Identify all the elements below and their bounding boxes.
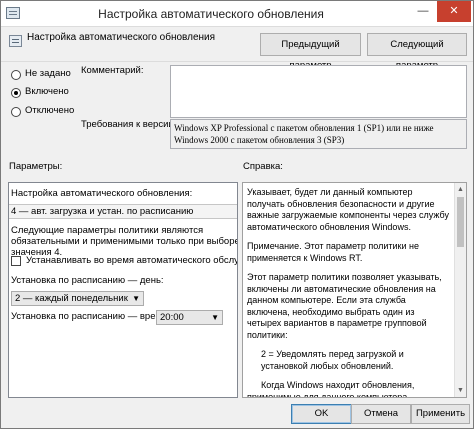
day-label: Установка по расписанию — день: — [11, 275, 164, 286]
disabled-radio[interactable] — [11, 107, 21, 117]
help-paragraph: Этот параметр политики позволяет указыва… — [247, 272, 442, 340]
configure-label: Настройка автоматического обновления: — [11, 188, 193, 199]
maintenance-checkbox[interactable] — [11, 256, 21, 266]
disabled-label[interactable]: Отключено — [25, 105, 74, 116]
window-title: Настройка автоматического обновления — [98, 7, 324, 21]
apply-button[interactable]: Применить — [411, 404, 470, 424]
policy-dialog-window: Настройка автоматического обновления — ✕… — [0, 0, 474, 429]
help-paragraph: Указывает, будет ли данный компьютер пол… — [247, 187, 449, 232]
enabled-label[interactable]: Включено — [25, 86, 69, 97]
help-text: Указывает, будет ли данный компьютер пол… — [247, 187, 450, 398]
help-label: Справка: — [243, 161, 283, 172]
configure-select[interactable]: 4 — авт. загрузка и устан. по расписанию — [9, 204, 237, 219]
minimize-button[interactable]: — — [409, 1, 437, 22]
day-select-value: 2 — каждый понедельник — [15, 293, 128, 304]
not-configured-radio[interactable] — [11, 70, 21, 80]
supported-on-box: Windows XP Professional с пакетом обновл… — [170, 119, 467, 149]
day-select[interactable]: 2 — каждый понедельник ▼ — [11, 291, 144, 306]
not-configured-label[interactable]: Не задано — [25, 68, 71, 79]
supported-on-label: Требования к версии: — [81, 119, 177, 130]
next-setting-button[interactable]: Следующий параметр — [367, 33, 467, 71]
time-select-value: 20:00 — [160, 312, 184, 323]
scroll-down-arrow-icon[interactable]: ▼ — [455, 385, 466, 396]
options-panel: Настройка автоматического обновления: 4 … — [8, 182, 238, 398]
chevron-down-icon: ▼ — [132, 294, 140, 303]
time-select[interactable]: 20:00 ▼ — [156, 310, 223, 325]
help-paragraph: 2 = Уведомлять перед загрузкой и установ… — [261, 349, 404, 371]
comment-textarea[interactable] — [170, 65, 467, 118]
supported-on-value: Windows XP Professional с пакетом обновл… — [174, 123, 434, 145]
time-label: Установка по расписанию — время: — [11, 311, 170, 322]
help-paragraph: Когда Windows находит обновления, примен… — [247, 380, 415, 398]
policy-name: Настройка автоматического обновления — [27, 32, 216, 43]
comment-label: Комментарий: — [81, 65, 144, 76]
ok-button[interactable]: OK — [291, 404, 352, 424]
maintenance-checkbox-label[interactable]: Устанавливать во время автоматического о… — [26, 253, 237, 268]
configure-select-value: 4 — авт. загрузка и устан. по расписанию — [11, 206, 194, 217]
policy-icon — [9, 35, 22, 47]
chevron-down-icon: ▼ — [211, 313, 219, 322]
help-scrollbar[interactable]: ▲ ▼ — [454, 183, 466, 397]
title-bar: Настройка автоматического обновления — ✕ — [1, 1, 473, 27]
scroll-thumb[interactable] — [457, 197, 464, 247]
enabled-radio[interactable] — [11, 88, 21, 98]
previous-setting-button[interactable]: Предыдущий параметр — [260, 33, 361, 71]
cancel-button[interactable]: Отмена — [351, 404, 411, 424]
help-paragraph: Примечание. Этот параметр политики не пр… — [247, 241, 419, 263]
divider — [1, 61, 473, 62]
help-panel: Указывает, будет ли данный компьютер пол… — [242, 182, 467, 398]
scroll-up-arrow-icon[interactable]: ▲ — [455, 184, 466, 195]
options-label: Параметры: — [9, 161, 63, 172]
close-button[interactable]: ✕ — [437, 1, 471, 22]
